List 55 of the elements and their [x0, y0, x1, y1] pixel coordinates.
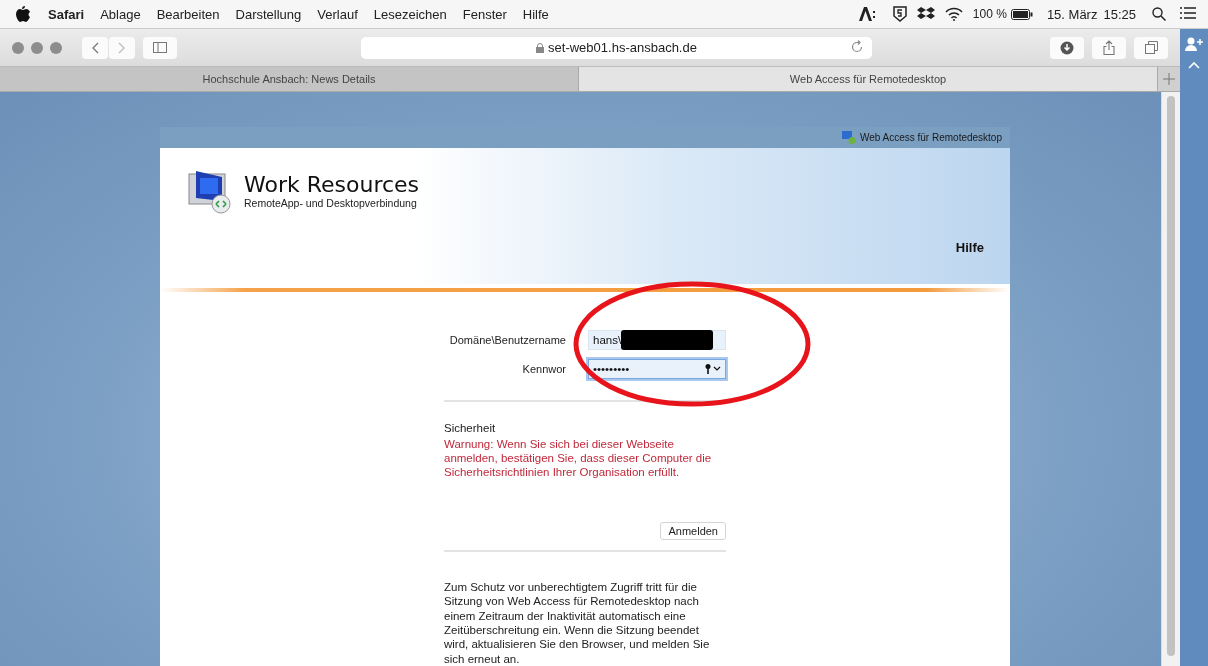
tabs-icon	[1144, 41, 1158, 54]
menu-item[interactable]: Safari	[48, 6, 85, 22]
battery-percent: 100 %	[972, 7, 1007, 21]
download-icon	[1060, 40, 1074, 55]
menu-item[interactable]: Darstellung	[235, 6, 302, 22]
new-tab-button[interactable]	[1158, 67, 1180, 91]
chevron-left-icon	[91, 41, 99, 54]
chevron-up-icon	[1188, 61, 1200, 69]
menu-item[interactable]: Verlauf	[317, 6, 358, 22]
scrollbar[interactable]	[1161, 92, 1180, 666]
shield-five-icon	[892, 6, 907, 22]
menu-item[interactable]: Hilfe	[522, 6, 549, 22]
field-label: Domäne\Benutzername	[449, 333, 566, 346]
browser-tab[interactable]: Hochschule Ansbach: News Details	[0, 67, 579, 91]
menu-item[interactable]: Bearbeiten	[156, 6, 220, 22]
wifi-icon	[944, 7, 963, 21]
menu-item[interactable]: Ablage	[100, 6, 141, 22]
computer-icon	[188, 169, 234, 214]
section-heading: Sicherheit	[444, 421, 497, 434]
warning-text: Warnung: Wenn Sie sich bei dieser Webseite anmelden, bestätigen Sie, dass dieser Computer die Sicherheitsrichtlinien Ihrer Organisation erfüllt.	[444, 436, 713, 480]
tabs-button[interactable]	[1134, 36, 1168, 59]
web-access-link[interactable]: Web Access für Remotedesktop	[859, 131, 1002, 143]
minimize-window-button[interactable]	[31, 41, 43, 54]
menu-item[interactable]: Lesezeichen	[373, 6, 447, 22]
share-button[interactable]	[1092, 36, 1126, 59]
username-field[interactable]: hans\	[588, 329, 726, 350]
timeout-note: Zum Schutz vor unberechtigtem Zugriff tritt für die Sitzung von Web Access für Remotedesktop nach einem Zeitraum der Inaktivität automatisch eine Zeitüberschreitung ein. Wenn die Sitzung beendet wird, aktualisieren Sie den Browser, und melden Sie sich erneut an.	[444, 579, 711, 666]
share-icon	[1103, 40, 1115, 55]
field-label: Kennwor	[522, 362, 566, 375]
page-subtitle: RemoteApp- und Desktopverbindung	[244, 196, 418, 209]
menu-item[interactable]: Fenster	[462, 6, 507, 22]
search-icon	[1152, 7, 1166, 21]
list-icon	[1180, 7, 1196, 19]
address-field[interactable]: set-web01.hs-ansbach.de	[361, 36, 872, 59]
password-field[interactable]: •••••••••	[588, 358, 726, 379]
reload-icon	[850, 39, 864, 54]
key-icon	[705, 363, 721, 374]
plus-icon	[1163, 73, 1175, 85]
add-person-icon	[1185, 37, 1203, 51]
download-button[interactable]	[1050, 36, 1084, 59]
back-button[interactable]	[82, 36, 108, 59]
clock-time: 15:25	[1103, 6, 1136, 22]
sidebar-icon	[153, 42, 167, 53]
browser-tab[interactable]: Web Access für Remotedesktop	[579, 67, 1158, 91]
help-link[interactable]: Hilfe	[955, 239, 984, 255]
battery-icon	[1010, 8, 1033, 20]
page-title: Work Resources	[244, 171, 420, 197]
clock-date: 15. März	[1046, 6, 1098, 22]
sidebar-button[interactable]	[143, 36, 177, 59]
close-window-button[interactable]	[12, 41, 24, 54]
apple-icon	[16, 6, 30, 22]
login-button[interactable]: Anmelden	[660, 521, 726, 540]
chevron-right-icon	[118, 41, 126, 54]
lock-icon	[536, 42, 545, 53]
zoom-window-button[interactable]	[50, 41, 62, 54]
